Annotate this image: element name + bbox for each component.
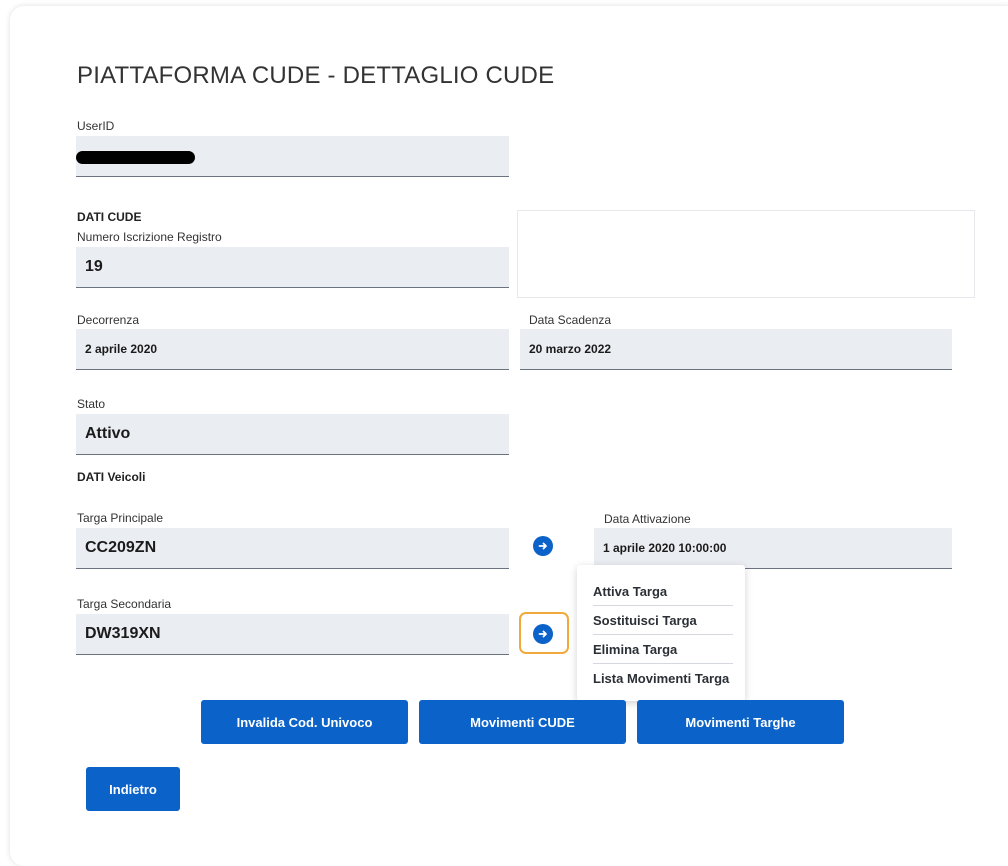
menu-item-attiva-targa[interactable]: Attiva Targa <box>593 577 733 606</box>
data-attivazione-field[interactable]: 1 aprile 2020 10:00:00 <box>594 528 952 569</box>
menu-item-lista-movimenti-targa[interactable]: Lista Movimenti Targa <box>593 664 733 692</box>
invalida-cod-univoco-button[interactable]: Invalida Cod. Univoco <box>201 700 408 744</box>
targa-secondaria-field[interactable]: DW319XN <box>76 614 509 655</box>
decorrenza-label: Decorrenza <box>77 313 140 327</box>
numero-iscrizione-label: Numero Iscrizione Registro <box>77 230 222 244</box>
stato-field[interactable]: Attivo <box>76 414 509 455</box>
arrow-right-circle-icon <box>538 542 547 550</box>
empty-panel <box>517 210 975 298</box>
data-scadenza-label: Data Scadenza <box>529 313 612 327</box>
movimenti-cude-button[interactable]: Movimenti CUDE <box>419 700 626 744</box>
arrow-right-circle-icon <box>538 630 547 638</box>
targa-secondaria-action-button[interactable] <box>533 624 553 644</box>
movimenti-targhe-button[interactable]: Movimenti Targhe <box>637 700 844 744</box>
data-scadenza-field[interactable]: 20 marzo 2022 <box>520 329 952 370</box>
indietro-button[interactable]: Indietro <box>86 767 180 811</box>
stato-label: Stato <box>77 397 106 411</box>
targa-actions-menu: Attiva Targa Sostituisci Targa Elimina T… <box>577 565 745 701</box>
redaction-bar <box>76 151 195 164</box>
targa-principale-action-button[interactable] <box>533 536 553 556</box>
userid-label: UserID <box>77 119 115 133</box>
targa-secondaria-label: Targa Secondaria <box>77 597 172 611</box>
targa-principale-label: Targa Principale <box>77 511 164 525</box>
menu-item-sostituisci-targa[interactable]: Sostituisci Targa <box>593 606 733 635</box>
numero-iscrizione-field[interactable]: 19 <box>76 247 509 288</box>
data-attivazione-label: Data Attivazione <box>604 512 691 526</box>
decorrenza-field[interactable]: 2 aprile 2020 <box>76 329 509 370</box>
targa-principale-field[interactable]: CC209ZN <box>76 528 509 569</box>
dati-cude-heading: DATI CUDE <box>77 210 142 224</box>
menu-item-elimina-targa[interactable]: Elimina Targa <box>593 635 733 664</box>
page-title: PIATTAFORMA CUDE - DETTAGLIO CUDE <box>77 62 555 89</box>
dati-veicoli-heading: DATI Veicoli <box>77 470 146 484</box>
